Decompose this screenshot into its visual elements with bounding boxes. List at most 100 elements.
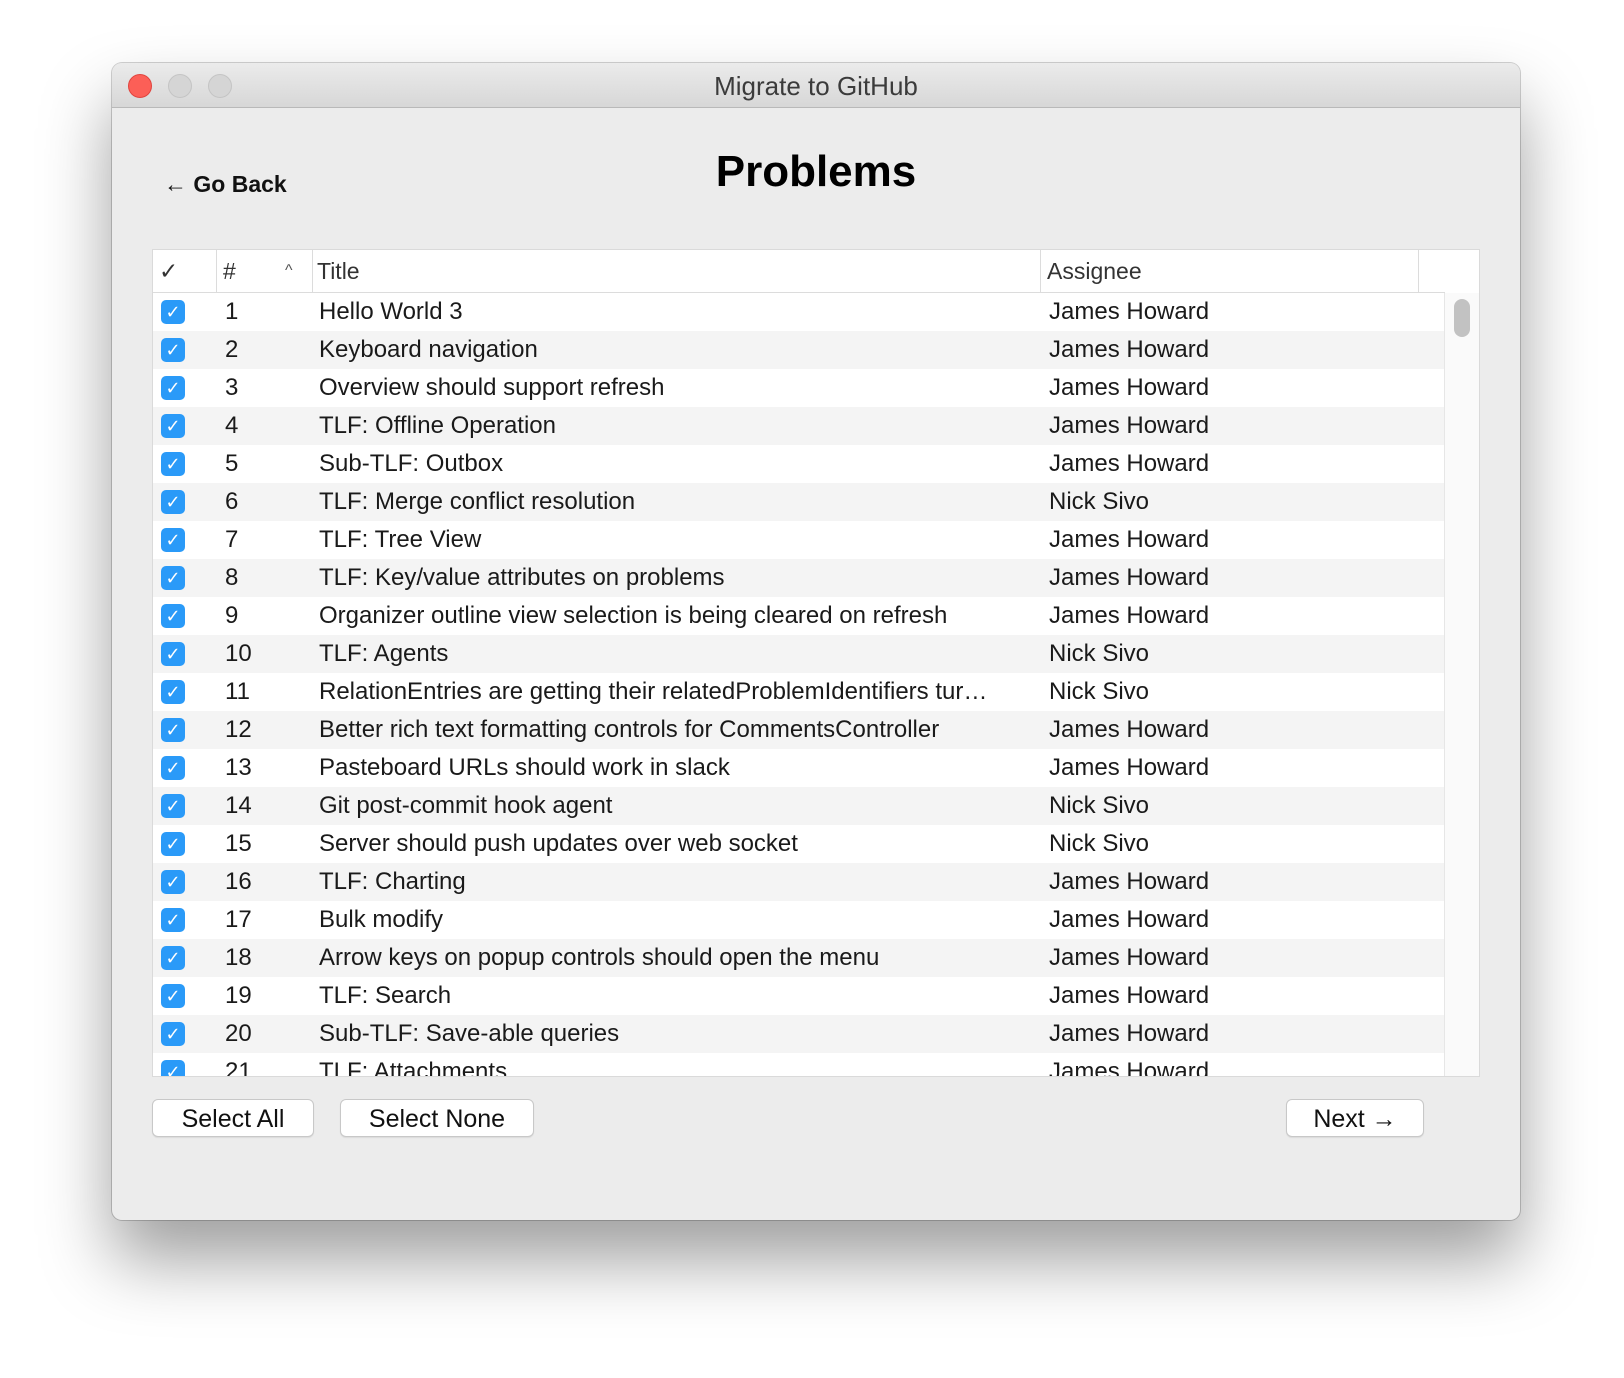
row-number: 1	[225, 298, 239, 325]
table-row[interactable]: ✓ 13 Pasteboard URLs should work in slack J…	[153, 749, 1445, 787]
row-number: 5	[225, 450, 239, 477]
column-header-number[interactable]: #	[217, 250, 313, 292]
table-row[interactable]: ✓ 4 TLF: Offline Operation James Howard	[153, 407, 1445, 445]
row-assignee: James Howard	[1049, 450, 1210, 477]
row-assignee: James Howard	[1049, 868, 1210, 895]
table-row[interactable]: ✓ 20 Sub-TLF: Save-able queries James Howar…	[153, 1015, 1445, 1053]
table-row[interactable]: ✓ 11 RelationEntries are getting their rel…	[153, 673, 1445, 711]
table-row[interactable]: ✓ 5 Sub-TLF: Outbox James Howard	[153, 445, 1445, 483]
row-assignee: James Howard	[1049, 374, 1210, 401]
row-checkbox[interactable]: ✓	[161, 452, 185, 476]
row-checkbox[interactable]: ✓	[161, 528, 185, 552]
table-row[interactable]: ✓ 9 Organizer outline view selection is be…	[153, 597, 1445, 635]
table-row[interactable]: ✓ 8 TLF: Key/value attributes on problems J…	[153, 559, 1445, 597]
window-title: Migrate to GitHub	[714, 71, 918, 101]
row-title: Better rich text formatting controls for…	[319, 716, 940, 743]
row-assignee: Nick Sivo	[1049, 830, 1150, 857]
row-number: 13	[225, 754, 252, 781]
row-title: TLF: Charting	[319, 868, 466, 895]
row-number: 12	[225, 716, 252, 743]
row-title: TLF: Key/value attributes on problems	[319, 564, 725, 591]
table-row[interactable]: ✓ 6 TLF: Merge conflict resolution Nick Siv…	[153, 483, 1445, 521]
row-title: Overview should support refresh	[319, 374, 665, 401]
row-checkbox[interactable]: ✓	[161, 642, 185, 666]
table-row[interactable]: ✓ 10 TLF: Agents Nick Sivo	[153, 635, 1445, 673]
table-row[interactable]: ✓ 1 Hello World 3 James Howard	[153, 293, 1445, 331]
row-number: 6	[225, 488, 239, 515]
row-number: 9	[225, 602, 239, 629]
row-assignee: Nick Sivo	[1049, 640, 1150, 667]
row-checkbox[interactable]: ✓	[161, 680, 185, 704]
table-row[interactable]: ✓ 12 Better rich text formatting controls …	[153, 711, 1445, 749]
row-number: 16	[225, 868, 252, 895]
row-title: TLF: Offline Operation	[319, 412, 556, 439]
column-header-assignee[interactable]: Assignee	[1041, 250, 1419, 292]
column-header-check[interactable]: ✓	[153, 250, 217, 292]
row-title: TLF: Attachments	[319, 1058, 508, 1077]
row-checkbox[interactable]: ✓	[161, 870, 185, 894]
problems-table[interactable]: ✓ # ^ Title Assignee ✓ 1 Hello World 3 Jame…	[152, 249, 1480, 1077]
row-assignee: James Howard	[1049, 754, 1210, 781]
row-checkbox[interactable]: ✓	[161, 566, 185, 590]
row-assignee: James Howard	[1049, 1020, 1210, 1047]
row-number: 20	[225, 1020, 252, 1047]
row-title: Arrow keys on popup controls should open…	[319, 944, 880, 971]
row-number: 4	[225, 412, 239, 439]
row-number: 18	[225, 944, 252, 971]
row-checkbox[interactable]: ✓	[161, 984, 185, 1008]
table-row[interactable]: ✓ 2 Keyboard navigation James Howard	[153, 331, 1445, 369]
row-number: 15	[225, 830, 252, 857]
row-assignee: James Howard	[1049, 298, 1210, 325]
row-assignee: James Howard	[1049, 336, 1210, 363]
title-bar[interactable]: Migrate to GitHub	[112, 63, 1520, 108]
table-row[interactable]: ✓ 7 TLF: Tree View James Howard	[153, 521, 1445, 559]
row-checkbox[interactable]: ✓	[161, 1022, 185, 1046]
row-assignee: Nick Sivo	[1049, 792, 1150, 819]
row-checkbox[interactable]: ✓	[161, 490, 185, 514]
table-row[interactable]: ✓ 21 TLF: Attachments James Howard	[153, 1053, 1445, 1077]
row-checkbox[interactable]: ✓	[161, 338, 185, 362]
row-number: 11	[225, 678, 250, 705]
table-row[interactable]: ✓ 15 Server should push updates over web s…	[153, 825, 1445, 863]
row-checkbox[interactable]: ✓	[161, 832, 185, 856]
row-assignee: Nick Sivo	[1049, 488, 1150, 515]
table-body: ✓ 1 Hello World 3 James Howard ✓ 2 Keyboard na…	[153, 293, 1445, 1077]
row-checkbox[interactable]: ✓	[161, 946, 185, 970]
row-number: 14	[225, 792, 252, 819]
row-checkbox[interactable]: ✓	[161, 300, 185, 324]
row-checkbox[interactable]: ✓	[161, 908, 185, 932]
row-title: TLF: Agents	[319, 640, 449, 667]
row-assignee: James Howard	[1049, 982, 1210, 1009]
row-number: 10	[225, 640, 252, 667]
row-assignee: James Howard	[1049, 526, 1210, 553]
row-title: RelationEntries are getting their relate…	[319, 678, 988, 705]
row-title: TLF: Search	[319, 982, 452, 1009]
row-checkbox[interactable]: ✓	[161, 604, 185, 628]
column-header-title[interactable]: Title	[313, 250, 1041, 292]
row-checkbox[interactable]: ✓	[161, 794, 185, 818]
row-checkbox[interactable]: ✓	[161, 718, 185, 742]
row-title: Sub-TLF: Outbox	[319, 450, 504, 477]
row-number: 3	[225, 374, 239, 401]
row-assignee: James Howard	[1049, 1058, 1210, 1077]
row-assignee: James Howard	[1049, 944, 1210, 971]
table-row[interactable]: ✓ 14 Git post-commit hook agent Nick Sivo	[153, 787, 1445, 825]
row-checkbox[interactable]: ✓	[161, 414, 185, 438]
app-window: Migrate to GitHub ← Go Back Problems ✓ #…	[112, 63, 1520, 1220]
row-checkbox[interactable]: ✓	[161, 756, 185, 780]
table-row[interactable]: ✓ 17 Bulk modify James Howard	[153, 901, 1445, 939]
table-row[interactable]: ✓ 18 Arrow keys on popup controls should o…	[153, 939, 1445, 977]
next-button[interactable]: Next →	[1286, 1099, 1424, 1137]
row-checkbox[interactable]: ✓	[161, 1060, 185, 1076]
table-row[interactable]: ✓ 3 Overview should support refresh James H…	[153, 369, 1445, 407]
page-title: Problems	[715, 147, 917, 196]
row-checkbox[interactable]: ✓	[161, 376, 185, 400]
vertical-scrollbar[interactable]	[1444, 293, 1479, 1076]
table-row[interactable]: ✓ 16 TLF: Charting James Howard	[153, 863, 1445, 901]
select-none-button[interactable]: Select None	[340, 1099, 534, 1137]
scrollbar-thumb[interactable]	[1454, 299, 1470, 337]
row-number: 2	[225, 336, 239, 363]
row-number: 17	[225, 906, 252, 933]
table-row[interactable]: ✓ 19 TLF: Search James Howard	[153, 977, 1445, 1015]
select-all-button[interactable]: Select All	[152, 1099, 314, 1137]
